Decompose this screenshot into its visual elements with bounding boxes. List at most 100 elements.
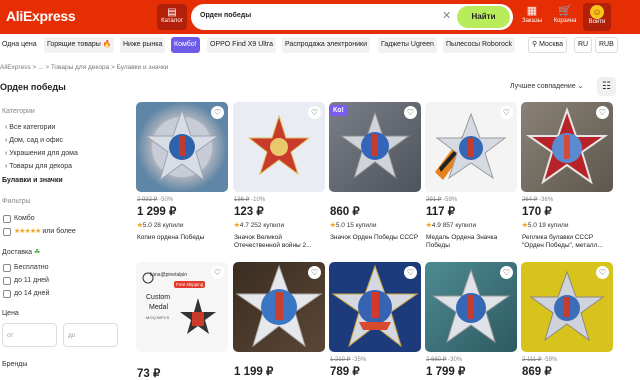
chevron-down-icon: ⌄ [577,83,584,90]
location-chip[interactable]: ⚲ Москва [528,37,567,53]
moq-label: MOQ:50PCS [146,315,170,320]
product-title[interactable]: Реплика булавки СССР "Орден Победы", мет… [522,234,614,250]
clear-icon[interactable]: ✕ [442,9,451,22]
cart-label: Корзина [553,18,577,24]
delivery-14-label: до 14 дней [14,290,50,297]
sort-select[interactable]: Лучшее совпадение ⌄ [510,80,592,94]
chip-one-price[interactable]: Одна цена [2,37,37,53]
product-image[interactable]: ♡ [425,102,517,192]
chip-combo[interactable]: Комбо! [171,37,200,53]
categories-heading: Категории [2,108,35,115]
heart-icon[interactable]: ♡ [596,266,609,279]
brands-heading: Бренды [2,361,28,368]
old-price: 136 ₽ -10% [234,197,266,203]
heart-icon[interactable]: ♡ [500,266,513,279]
cat-all[interactable]: ‹ Все категории [5,124,55,131]
header: AliExpress ▤ Каталог Орден победы ✕ Найти… [0,0,640,34]
product-title[interactable]: Копия ордена Победы [137,234,229,242]
cat-decor[interactable]: ‹ Товары для декора [5,163,72,170]
price: 1 799 ₽ [426,366,466,378]
cat-decor-jewelry[interactable]: ‹ Украшения для дома [5,150,78,157]
chip-ugreen[interactable]: Гаджеты Ugreen [378,37,437,53]
rating: ★5.0 19 купили [522,222,569,229]
rating: ★5.0 28 купили [137,222,184,229]
quick-chips: Одна цена Горящие товары 🔥 Ниже рынка Ко… [0,37,640,53]
combo-badge: Ко! [329,105,348,116]
product-image[interactable]: ♡ [136,102,228,192]
heart-icon[interactable]: ♡ [404,106,417,119]
delivery-11-checkbox[interactable] [3,277,11,285]
old-price: 2 932 ₽ -50% [137,197,174,203]
delivery-14-checkbox[interactable] [3,290,11,298]
product-title[interactable]: Значок Орден Победы СССР [330,234,422,242]
heart-icon[interactable]: ♡ [308,266,321,279]
heart-icon[interactable]: ♡ [211,266,224,279]
catalog-label: Каталог [161,18,183,24]
heart-icon[interactable]: ♡ [211,106,224,119]
currency-chip[interactable]: RUB [595,37,618,53]
product-image[interactable]: liana@pinetalpin Free shipping Custom Me… [136,262,228,352]
chip-electronics[interactable]: Распродажа электроники [282,37,371,53]
store-label: liana@pinetalpin [150,272,188,278]
grid-view-button[interactable]: ☷ [597,77,616,96]
book-icon: ▤ [167,7,177,18]
rating-checkbox[interactable] [3,228,11,236]
combo-checkbox[interactable] [3,215,11,223]
old-price: 2 660 ₽ -30% [426,357,463,363]
heart-icon[interactable]: ♡ [308,106,321,119]
free-delivery-checkbox[interactable] [3,264,11,272]
product-image[interactable]: Ко! ♡ [329,102,421,192]
cat-pins[interactable]: Булавки и значки [2,177,63,184]
orders-button[interactable]: ▦ Заказы [518,3,546,31]
breadcrumb[interactable]: AliExpress > ... > Товары для декора > Б… [0,64,168,71]
product-image[interactable]: ♡ [521,102,613,192]
cart-icon: 🛒 [558,5,572,17]
free-shipping-badge: Free shipping [174,281,206,288]
login-button[interactable]: ☺ Войти [583,3,611,31]
rating: ★4.7 252 купили [234,222,285,229]
orders-icon: ▦ [526,5,538,17]
chip-oppo[interactable]: OPPO Find X9 Ultra [207,37,277,53]
aliexpress-logo[interactable]: AliExpress [6,8,76,24]
heart-icon[interactable]: ♡ [596,106,609,119]
search-bar[interactable]: Орден победы ✕ Найти [191,4,513,30]
heart-icon[interactable]: ♡ [500,106,513,119]
product-image[interactable]: ♡ [521,262,613,352]
leaf-icon: ☘ [34,249,41,256]
price-to-input[interactable]: до [63,323,118,347]
price: 869 ₽ [522,366,552,378]
cat-home[interactable]: ‹ Дом, сад и офис [5,137,63,144]
delivery-heading: Доставка ☘ [2,248,40,256]
cart-button[interactable]: 🛒 Корзина [550,3,580,31]
chip-roborock[interactable]: Пылесосы Roborock [443,37,515,53]
catalog-button[interactable]: ▤ Каталог [157,4,187,30]
price: 73 ₽ [137,368,161,380]
fire-icon: 🔥 [102,41,112,48]
login-label: Войти [588,19,606,25]
search-button[interactable]: Найти [457,6,510,28]
price-from-input[interactable]: от [2,323,57,347]
search-input[interactable]: Орден победы [200,12,251,19]
price: 789 ₽ [330,366,360,378]
orders-label: Заказы [521,18,543,24]
chip-below-market[interactable]: Ниже рынка [120,37,166,53]
product-image[interactable]: ♡ [233,102,325,192]
product-image[interactable]: ♡ [329,262,421,352]
product-image[interactable]: ♡ [425,262,517,352]
product-title[interactable]: Значок Великой Отечественной войны 2... [234,234,326,250]
lang-chip[interactable]: RU [574,37,593,53]
pin-icon: ⚲ [532,41,538,48]
price: 860 ₽ [330,206,360,218]
rating: ★5.0 15 купили [330,222,377,229]
medal-label: Medal [149,304,169,311]
price: 1 299 ₽ [137,206,177,218]
rating: ★4.9 857 купили [426,222,477,229]
product-image[interactable]: ♡ [233,262,325,352]
old-price: 2 111 ₽ -59% [522,357,558,363]
price: 123 ₽ [234,206,264,218]
heart-icon[interactable]: ♡ [404,266,417,279]
custom-label: Custom [146,294,171,301]
product-title[interactable]: Медаль Ордена Значка Победы [426,234,518,250]
chip-hot[interactable]: Горящие товары 🔥 [44,37,115,53]
stars-icon: ★★★★★ [14,228,41,235]
